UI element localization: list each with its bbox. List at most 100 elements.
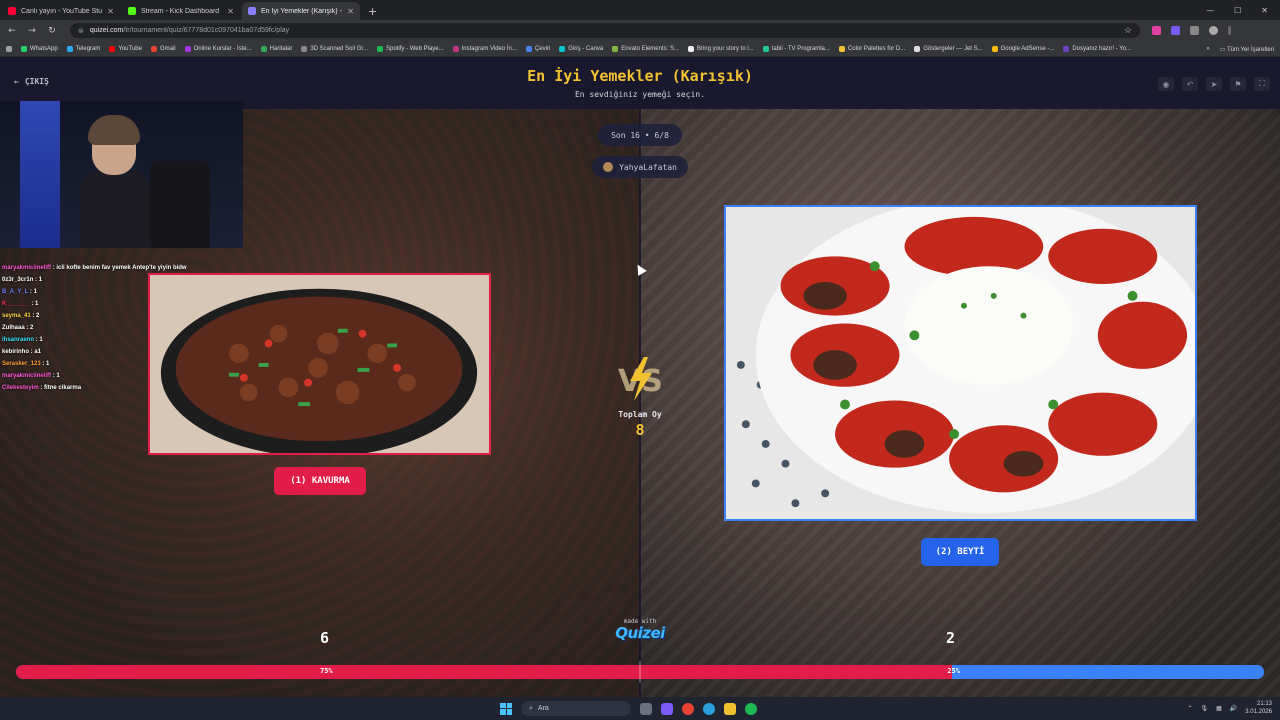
app-icon[interactable] (661, 702, 673, 715)
tray-chevron-icon[interactable]: ⌃ (1187, 705, 1192, 712)
quiz-page: ← ÇIKIŞ En İyi Yemekler (Karışık) En sev… (0, 57, 1280, 697)
undo-icon[interactable]: ↶ (1182, 77, 1198, 91)
site-info-icon[interactable]: ⊜ (78, 27, 84, 35)
task-view-icon[interactable] (640, 702, 652, 715)
bookmark-item[interactable]: Online Kurslar - İste... (184, 45, 252, 52)
bookmark-item[interactable]: Instagram Video İn... (452, 45, 517, 52)
reload-icon[interactable]: ↻ (44, 26, 60, 36)
search-placeholder: Ara (537, 705, 549, 712)
chat-message: ihsanraenn : 1 (2, 337, 43, 343)
choice-image-beyti[interactable] (724, 205, 1197, 521)
round-badge: Son 16 • 6/8 (598, 124, 682, 146)
close-tab-icon[interactable]: ✕ (107, 7, 114, 16)
browser-tab-kick[interactable]: Stream - Kick Dashboard ✕ (122, 2, 240, 20)
minimize-icon[interactable]: — (1206, 6, 1214, 15)
browser-tab-quizei[interactable]: En İyi Yemekler (Karışık) - Tier l ✕ (242, 2, 360, 20)
apps-grid-icon[interactable] (6, 45, 12, 52)
extension-icon[interactable] (1152, 26, 1161, 35)
bookmark-item[interactable]: Çeviri (525, 45, 550, 52)
fullscreen-icon[interactable]: ⛶ (1254, 77, 1270, 91)
bookmarks-overflow-button[interactable]: » (1206, 46, 1209, 52)
close-tab-icon[interactable]: ✕ (227, 7, 234, 16)
bookmark-item[interactable]: Bring your story to l... (687, 45, 754, 52)
date: 3.01.2026 (1245, 709, 1272, 715)
window-controls: — ☐ ✕ (1206, 0, 1280, 20)
creator-badge[interactable]: YahyaLafatan (592, 156, 688, 178)
mic-icon[interactable]: 🎙 (1201, 705, 1209, 712)
extensions-puzzle-icon[interactable] (1190, 26, 1199, 35)
chrome-icon[interactable] (682, 702, 694, 715)
spotify-icon[interactable] (745, 702, 757, 715)
volume-icon[interactable]: 🔊 (1230, 705, 1237, 712)
choice-button-left[interactable]: (1) KAVURMA (274, 467, 366, 495)
led-light (20, 101, 60, 248)
bookmark-item[interactable]: Haritalar (260, 45, 292, 52)
url-host: quizei.com (89, 27, 124, 34)
page-subtitle: En sevdiğiniz yemeği seçin. (574, 90, 706, 99)
gaming-chair (150, 161, 210, 248)
windows-start-icon[interactable] (500, 702, 512, 715)
streamer-webcam (0, 101, 243, 248)
edge-icon[interactable] (703, 702, 715, 715)
extension-icon[interactable] (1171, 26, 1180, 35)
bookmark-item[interactable]: Gmail (150, 45, 176, 52)
new-tab-button[interactable]: + (368, 2, 377, 20)
bookmark-item[interactable]: Giriş - Canva (559, 45, 603, 52)
bookmark-item[interactable]: YouTube (109, 45, 142, 52)
bookmark-item[interactable]: Google AdSense -... (991, 45, 1054, 52)
bookmark-item[interactable]: Spotify - Web Playe... (377, 45, 444, 52)
maximize-icon[interactable]: ☐ (1234, 6, 1241, 15)
chat-message: maryakmiciineliff : icli kofte benim fav… (2, 265, 187, 271)
chat-message: K_______ : 1 (2, 301, 39, 307)
total-votes-label: Toplam Oy (618, 410, 662, 419)
bookmark-item[interactable]: tabii - TV Programla... (762, 45, 830, 52)
tab-title: En İyi Yemekler (Karışık) - Tier l (261, 7, 342, 15)
right-percent: 25% (947, 667, 960, 675)
url-path: /tr/tournament/quiz/67778d01c097041ba07d… (123, 27, 290, 34)
share-icon[interactable]: ➤ (1206, 77, 1222, 91)
clock[interactable]: 21:13 3.01.2026 (1245, 700, 1272, 716)
browser-tab-youtube[interactable]: Canlı yayın - YouTube Studio ✕ (2, 2, 120, 20)
bookmark-item[interactable]: Telegram (66, 45, 100, 52)
total-votes-value: 8 (635, 421, 645, 439)
chat-message: kebirinho : a1 (2, 349, 42, 355)
bookmark-item[interactable]: WhatsApp (21, 45, 58, 52)
chat-message: seyma_41 : 2 (2, 313, 40, 319)
quizei-icon (248, 7, 256, 15)
chat-message: B_A_Y_L : 1 (2, 289, 37, 295)
profile-avatar[interactable] (1209, 26, 1218, 35)
choice-image-kavurma[interactable] (148, 273, 491, 455)
menu-dots-icon[interactable] (1228, 26, 1231, 35)
forward-arrow-icon[interactable]: → (24, 26, 40, 36)
left-percent: 75% (320, 667, 333, 675)
left-vote-count: 6 (320, 629, 330, 647)
all-bookmarks-folder[interactable]: ▭ Tüm Yer İşaretleri (1220, 46, 1274, 53)
eye-icon[interactable]: ◉ (1158, 77, 1174, 91)
chat-message: Serasker_123 : 1 (2, 361, 50, 367)
bookmark-item[interactable]: 3D Scanned Soil Gr... (301, 45, 368, 52)
flag-icon[interactable]: ⚑ (1230, 77, 1246, 91)
taskbar-search[interactable]: ⌕ Ara (521, 701, 631, 716)
url-input[interactable]: ⊜ quizei.com /tr/tournament/quiz/67778d0… (70, 23, 1140, 38)
bookmark-item[interactable]: Envato Elements: S... (612, 45, 679, 52)
bookmark-item[interactable]: Dosyanız hazır! - Yo... (1063, 45, 1131, 52)
bookmarks-bar: WhatsApp Telegram YouTube Gmail Online K… (0, 41, 1280, 57)
choice-button-right[interactable]: (2) BEYTİ (921, 538, 999, 566)
chat-message: 0z3r_3cr1n : 1 (2, 277, 43, 283)
bookmark-item[interactable]: Göstergeler — Jet S... (914, 45, 983, 52)
tab-title: Canlı yayın - YouTube Studio (21, 7, 103, 15)
bar-center-marker (639, 661, 641, 683)
quizei-logo[interactable]: Quizei (604, 624, 676, 642)
bookmark-star-icon[interactable]: ☆ (1124, 25, 1132, 36)
file-explorer-icon[interactable] (724, 702, 736, 715)
chat-overlay: maryakmiciineliff : icli kofte benim fav… (2, 262, 187, 394)
extensions-area (1152, 26, 1231, 35)
close-window-icon[interactable]: ✕ (1261, 6, 1268, 15)
bookmark-item[interactable]: Color Palettes for D... (838, 45, 905, 52)
network-icon[interactable]: ▦ (1216, 705, 1222, 712)
back-arrow-icon[interactable]: ← (4, 26, 20, 36)
center-divider (639, 109, 641, 697)
header-tools: ◉ ↶ ➤ ⚑ ⛶ (1158, 77, 1270, 91)
close-tab-icon[interactable]: ✕ (347, 7, 354, 16)
chat-message: Zulhaaa : 2 (2, 325, 34, 331)
